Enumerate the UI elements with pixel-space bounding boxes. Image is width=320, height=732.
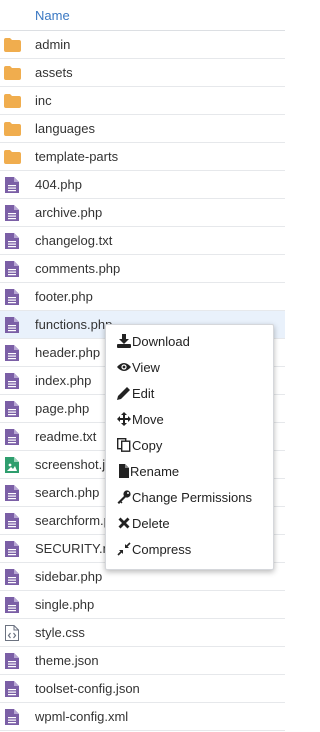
file-icon [117, 464, 131, 478]
file-name: searchform.p [35, 513, 111, 528]
context-menu-label: Edit [132, 385, 155, 401]
context-menu-item-change-permissions[interactable]: Change Permissions [106, 484, 273, 510]
context-menu-item-copy[interactable]: Copy [106, 432, 273, 458]
compress-icon [117, 542, 131, 556]
file-icon [5, 485, 19, 501]
file-name: toolset-config.json [35, 681, 140, 696]
folder-icon [4, 122, 21, 136]
file-name: functions.php [35, 317, 113, 332]
file-row[interactable]: theme.json [0, 647, 285, 675]
file-name: single.php [35, 597, 95, 612]
file-row[interactable]: languages [0, 115, 285, 143]
copy-icon [116, 437, 131, 452]
file-name: sidebar.php [35, 569, 103, 584]
file-icon [5, 289, 19, 305]
file-row[interactable]: 404.php [0, 171, 285, 199]
file-name: theme.json [35, 653, 99, 668]
file-name: template-parts [35, 149, 119, 164]
context-menu-item-move[interactable]: Move [106, 406, 273, 432]
context-menu-label: Copy [132, 437, 163, 453]
file-row[interactable]: wpml-config.xml [0, 703, 285, 731]
folder-icon [4, 94, 21, 108]
file-row[interactable]: template-parts [0, 143, 285, 171]
context-menu-label: Download [132, 333, 190, 349]
context-menu-item-rename[interactable]: Rename [106, 458, 273, 484]
file-row[interactable]: single.php [0, 591, 285, 619]
eye-icon [117, 360, 131, 374]
file-name: header.php [35, 345, 101, 360]
file-icon [5, 345, 19, 361]
file-row[interactable]: admin [0, 31, 285, 59]
file-row[interactable]: footer.php [0, 283, 285, 311]
file-icon [5, 653, 19, 669]
file-icon [5, 709, 19, 725]
file-icon [5, 681, 19, 697]
file-name: page.php [35, 401, 90, 416]
file-name: 404.php [35, 177, 82, 192]
file-name: inc [35, 93, 52, 108]
context-menu-item-edit[interactable]: Edit [106, 380, 273, 406]
file-name: assets [35, 65, 73, 80]
file-name: comments.php [35, 261, 121, 276]
file-icon [5, 541, 19, 557]
image-file-icon [5, 457, 19, 473]
file-icon [5, 205, 19, 221]
context-menu-label: View [132, 359, 160, 375]
context-menu-item-compress[interactable]: Compress [106, 536, 273, 562]
context-menu-item-delete[interactable]: Delete [106, 510, 273, 536]
context-menu-label: Rename [130, 463, 180, 479]
file-list-header: Name [0, 0, 285, 31]
file-name: screenshot.j [35, 457, 106, 472]
file-row[interactable]: changelog.txt [0, 227, 285, 255]
folder-icon [4, 38, 21, 52]
name-column-header[interactable]: Name [35, 8, 70, 23]
file-icon [5, 373, 19, 389]
download-icon [117, 334, 131, 348]
file-icon [5, 513, 19, 529]
file-icon [5, 261, 19, 277]
file-icon [5, 317, 19, 333]
file-name: footer.php [35, 289, 93, 304]
context-menu-item-view[interactable]: View [106, 354, 273, 380]
file-icon [5, 177, 19, 193]
context-menu-item-download[interactable]: Download [106, 328, 273, 354]
context-menu-label: Compress [132, 541, 192, 557]
file-icon [5, 597, 19, 613]
file-row[interactable]: style.css [0, 619, 285, 647]
file-row[interactable]: comments.php [0, 255, 285, 283]
file-icon [5, 569, 19, 585]
file-row[interactable]: archive.php [0, 199, 285, 227]
context-menu-label: Change Permissions [132, 489, 252, 505]
file-row[interactable]: assets [0, 59, 285, 87]
file-name: index.php [35, 373, 92, 388]
file-icon [5, 429, 19, 445]
file-name: admin [35, 37, 71, 52]
pencil-icon [117, 386, 131, 400]
x-icon [117, 516, 131, 530]
file-name: search.php [35, 485, 100, 500]
file-icon [5, 401, 19, 417]
context-menu: Download View Edit Move Copy Rename Change Per… [105, 324, 274, 570]
file-name: SECURITY.m [35, 541, 114, 556]
file-row[interactable]: toolset-config.json [0, 675, 285, 703]
folder-icon [4, 66, 21, 80]
file-name: style.css [35, 625, 85, 640]
file-icon [5, 233, 19, 249]
file-name: changelog.txt [35, 233, 113, 248]
key-icon [117, 490, 131, 504]
code-file-icon [5, 625, 19, 641]
file-row[interactable]: inc [0, 87, 285, 115]
context-menu-label: Delete [132, 515, 170, 531]
context-menu-label: Move [132, 411, 164, 427]
file-name: archive.php [35, 205, 103, 220]
folder-icon [4, 150, 21, 164]
file-name: readme.txt [35, 429, 97, 444]
file-name: languages [35, 121, 95, 136]
file-name: wpml-config.xml [35, 709, 129, 724]
move-arrows-icon [117, 412, 131, 426]
